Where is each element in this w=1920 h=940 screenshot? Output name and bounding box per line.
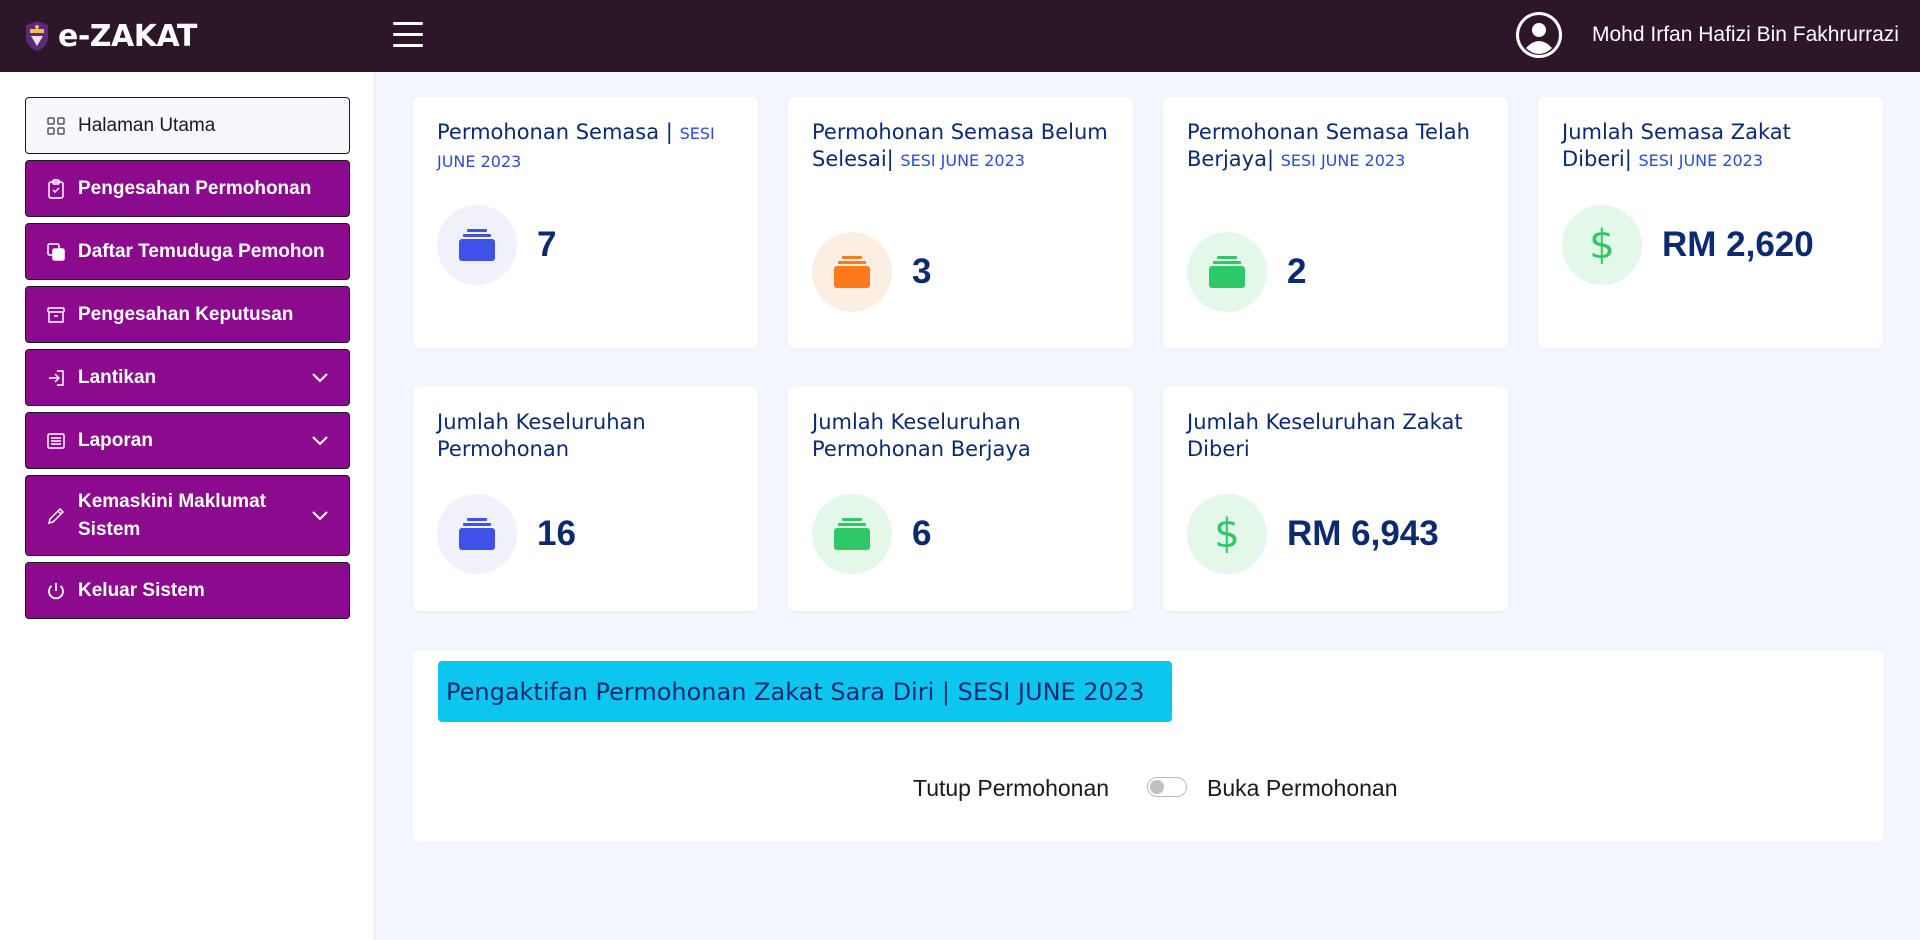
sidebar-item-label: Lantikan (78, 366, 157, 388)
card-title: Jumlah Semasa Zakat Diberi| SESI JUNE 20… (1562, 120, 1791, 171)
inbox-stack-icon (1187, 232, 1267, 312)
activation-banner-text: Pengaktifan Permohonan Zakat Sara Diri |… (446, 677, 1145, 706)
activation-toggle-row: Tutup Permohonan Buka Permohonan (413, 767, 1883, 807)
dollar-icon: $ (1562, 205, 1642, 285)
toggle-label-off: Tutup Permohonan (913, 775, 1110, 801)
chevron-down-icon (312, 372, 328, 382)
archive-icon (47, 306, 65, 323)
sidebar-item-label: Kemaskini Maklumat Sistem (78, 490, 266, 540)
chevron-down-icon (312, 510, 328, 520)
card-telah-berjaya: Permohonan Semasa Telah Berjaya| SESI JU… (1163, 97, 1508, 348)
stat-value: 16 (537, 514, 576, 553)
card-zakat-semasa: Jumlah Semasa Zakat Diberi| SESI JUNE 20… (1538, 97, 1883, 348)
card-title: Jumlah Keseluruhan Permohonan Berjaya (812, 410, 1031, 461)
sidebar-item-label: Halaman Utama (78, 114, 216, 136)
copy-icon (47, 242, 65, 261)
card-title: Permohonan Semasa Belum Selesai| SESI JU… (812, 120, 1108, 171)
inbox-stack-icon (437, 494, 517, 574)
card-jumlah-zakat: Jumlah Keseluruhan Zakat Diberi $ RM 6,9… (1163, 387, 1508, 611)
card-title: Permohonan Semasa | SESI JUNE 2023 (437, 120, 715, 171)
sidebar-item-lantikan[interactable]: Lantikan (25, 349, 350, 406)
card-permohonan-semasa: Permohonan Semasa | SESI JUNE 2023 7 (413, 97, 758, 348)
hamburger-icon[interactable] (393, 22, 423, 48)
activation-toggle[interactable] (1147, 777, 1187, 797)
card-jumlah-berjaya: Jumlah Keseluruhan Permohonan Berjaya 6 (788, 387, 1133, 611)
list-icon (47, 432, 65, 449)
inbox-stack-icon (812, 232, 892, 312)
dollar-icon: $ (1187, 494, 1267, 574)
sidebar-item-daftar-temuduga[interactable]: Daftar Temuduga Pemohon (25, 223, 350, 280)
pencil-icon (47, 507, 65, 524)
stat-value: 3 (912, 252, 932, 291)
top-bar: e-ZAKAT Mohd Irfan Hafizi Bin Fakhrurraz… (0, 0, 1920, 72)
inbox-stack-icon (812, 494, 892, 574)
power-icon (48, 582, 64, 599)
user-name[interactable]: Mohd Irfan Hafizi Bin Fakhrurrazi (1592, 23, 1899, 47)
sidebar-item-label: Laporan (78, 429, 153, 451)
card-title: Permohonan Semasa Telah Berjaya| SESI JU… (1187, 120, 1470, 171)
sidebar-item-halaman-utama[interactable]: Halaman Utama (25, 97, 350, 154)
activation-panel: Pengaktifan Permohonan Zakat Sara Diri |… (413, 651, 1883, 841)
stat-value: 6 (912, 514, 932, 553)
chevron-down-icon (312, 435, 328, 445)
card-title: Jumlah Keseluruhan Permohonan (437, 410, 646, 461)
stat-value: RM 2,620 (1662, 225, 1814, 264)
clipboard-check-icon (48, 178, 64, 199)
login-icon (49, 369, 64, 386)
card-title: Jumlah Keseluruhan Zakat Diberi (1187, 410, 1463, 461)
card-belum-selesai: Permohonan Semasa Belum Selesai| SESI JU… (788, 97, 1133, 348)
sidebar-item-label: Daftar Temuduga Pemohon (78, 240, 325, 262)
sidebar-item-label: Pengesahan Keputusan (78, 303, 294, 325)
activation-banner: Pengaktifan Permohonan Zakat Sara Diri |… (438, 661, 1172, 722)
sidebar-item-label: Keluar Sistem (78, 579, 205, 601)
sidebar-item-pengesahan-keputusan[interactable]: Pengesahan Keputusan (25, 286, 350, 343)
brand[interactable]: e-ZAKAT (22, 19, 197, 54)
dashboard-grid-icon (47, 116, 65, 135)
sidebar-item-label: Pengesahan Permohonan (78, 177, 312, 199)
inbox-stack-icon (437, 205, 517, 285)
sidebar-item-kemaskini[interactable]: Kemaskini Maklumat Sistem (25, 475, 350, 556)
sidebar-item-keluar-sistem[interactable]: Keluar Sistem (25, 562, 350, 619)
user-avatar-icon[interactable] (1516, 12, 1562, 58)
card-jumlah-permohonan: Jumlah Keseluruhan Permohonan 16 (413, 387, 758, 611)
toggle-label-on: Buka Permohonan (1207, 775, 1398, 801)
stat-value: RM 6,943 (1287, 514, 1439, 553)
sidebar-item-pengesahan-permohonan[interactable]: Pengesahan Permohonan (25, 160, 350, 217)
university-crest-logo (26, 21, 48, 51)
stat-value: 7 (537, 225, 557, 264)
toggle-knob (1150, 780, 1164, 794)
sidebar-item-laporan[interactable]: Laporan (25, 412, 350, 469)
brand-name: e-ZAKAT (58, 18, 197, 54)
stat-value: 2 (1287, 252, 1307, 291)
sidebar: Halaman Utama Pengesahan Permohonan Daft… (0, 72, 375, 940)
